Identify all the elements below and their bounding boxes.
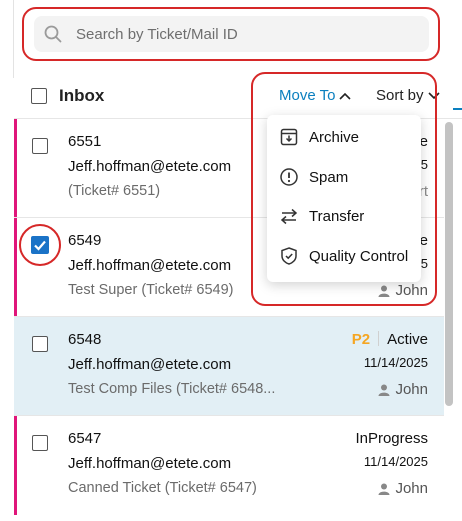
row-checkbox[interactable]	[32, 138, 48, 154]
checkmark-icon	[34, 240, 46, 251]
move-to-menu: Archive Spam Transfer Quality Control	[267, 115, 421, 282]
ticket-id: 6549	[68, 232, 102, 249]
menu-item-label: Archive	[309, 128, 360, 146]
divider	[13, 0, 14, 78]
archive-icon	[280, 128, 298, 146]
ticket-subject: Test Comp Files (Ticket# 6548...	[68, 381, 276, 397]
ticket-agent: John	[378, 381, 428, 398]
person-icon	[378, 483, 390, 495]
menu-item-archive[interactable]: Archive	[267, 118, 421, 156]
sort-by-label: Sort by	[376, 87, 424, 104]
divider	[378, 331, 380, 346]
ticket-subject: Test Super (Ticket# 6549)	[68, 282, 234, 298]
ticket-date: 5	[420, 157, 428, 172]
tab-indicator	[453, 108, 462, 110]
transfer-icon	[280, 208, 298, 225]
ticket-date: 11/14/2025	[363, 454, 428, 469]
ticket-status-line: P2 Active	[352, 331, 428, 348]
ticket-email: Jeff.hoffman@etete.com	[68, 257, 232, 274]
agent-name: John	[395, 282, 428, 299]
unread-accent	[14, 218, 17, 317]
menu-item-quality-control[interactable]: Quality Control	[267, 237, 421, 275]
row-checkbox[interactable]	[32, 336, 48, 352]
scrollbar-thumb[interactable]	[445, 122, 453, 406]
ticket-row[interactable]: 6547 Jeff.hoffman@etete.com Canned Ticke…	[14, 416, 444, 515]
ticket-status: Active	[387, 331, 428, 348]
ticket-date: 5	[420, 256, 428, 271]
unread-accent	[14, 416, 17, 515]
shield-check-icon	[281, 247, 297, 265]
menu-item-spam[interactable]: Spam	[267, 158, 421, 196]
menu-item-label: Quality Control	[309, 247, 409, 265]
ticket-id: 6548	[68, 331, 102, 348]
ticket-subject: Canned Ticket (Ticket# 6547)	[68, 480, 257, 496]
chevron-down-icon	[427, 91, 440, 99]
search-bar[interactable]	[34, 16, 429, 52]
move-to-button[interactable]: Move To	[279, 87, 351, 104]
ticket-email: Jeff.hoffman@etete.com	[68, 455, 232, 472]
ticket-email: Jeff.hoffman@etete.com	[68, 356, 232, 373]
move-to-label: Move To	[279, 87, 336, 104]
chevron-up-icon	[339, 92, 351, 100]
row-checkbox-checked[interactable]	[31, 236, 49, 254]
search-input[interactable]	[76, 16, 416, 52]
person-icon	[378, 285, 390, 297]
ticket-status: InProgress	[355, 430, 428, 447]
ticket-id: 6547	[68, 430, 102, 447]
search-icon	[44, 25, 62, 43]
select-all-checkbox[interactable]	[31, 88, 47, 104]
ticket-agent: John	[378, 480, 428, 497]
ticket-row-selected[interactable]: 6548 Jeff.hoffman@etete.com Test Comp Fi…	[14, 317, 444, 416]
ticket-date: 11/14/2025	[363, 355, 428, 370]
menu-item-transfer[interactable]: Transfer	[267, 197, 421, 235]
ticket-subject: (Ticket# 6551)	[68, 183, 161, 199]
agent-name: John	[395, 480, 428, 497]
inbox-panel: Inbox Move To Sort by 6551 Jeff.hoffman@…	[0, 0, 462, 521]
sort-by-button[interactable]: Sort by	[376, 87, 440, 104]
agent-name: John	[395, 381, 428, 398]
search-highlight-annotation	[22, 7, 440, 61]
unread-accent	[14, 119, 17, 218]
menu-item-label: Transfer	[309, 207, 365, 225]
person-icon	[378, 384, 390, 396]
ticket-email: Jeff.hoffman@etete.com	[68, 158, 232, 175]
spam-warning-icon	[280, 168, 298, 186]
ticket-id: 6551	[68, 133, 102, 150]
menu-item-label: Spam	[309, 168, 349, 186]
row-checkbox[interactable]	[32, 435, 48, 451]
priority-badge: P2	[351, 331, 371, 348]
ticket-agent: John	[378, 282, 428, 299]
inbox-title: Inbox	[59, 86, 105, 105]
